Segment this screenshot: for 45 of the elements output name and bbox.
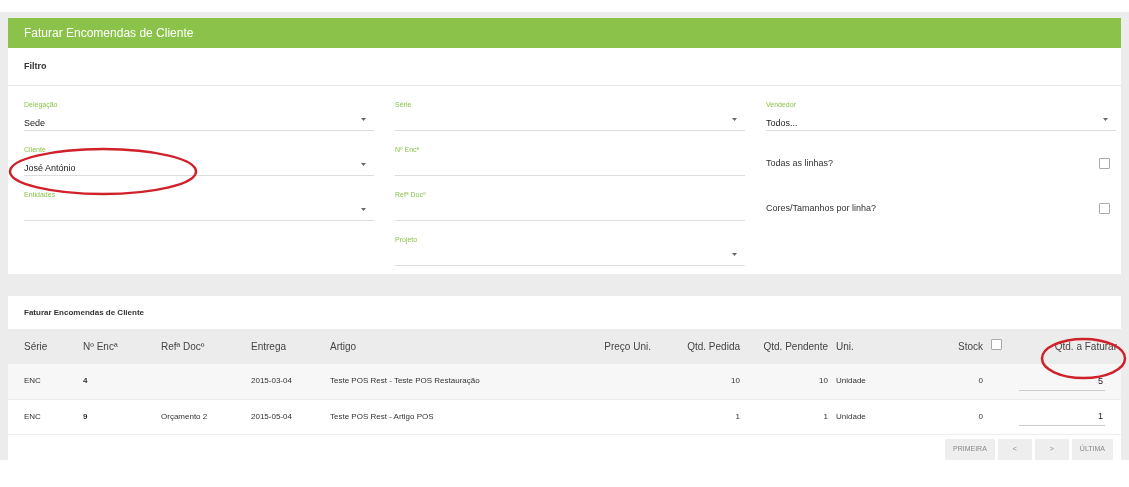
filter-title: Filtro (8, 48, 1121, 86)
field-value: Todos... (766, 117, 798, 130)
table-cell: Teste POS Rest - Teste POS Restauração (330, 376, 480, 386)
column-header: Artigo (330, 341, 357, 352)
column-header: Qtd. Pendente (763, 341, 828, 352)
caret-icon (361, 163, 366, 166)
table-cell: ENC (24, 376, 41, 386)
table-cell: 0 (978, 411, 983, 421)
panel-title: Faturar Encomendas de Cliente (8, 18, 1121, 48)
caret-icon (732, 253, 737, 256)
checkbox-label: Cores/Tamanhos por linha? (766, 201, 877, 215)
table-cell: Teste POS Rest - Artigo POS (330, 411, 434, 421)
caret-icon (732, 118, 737, 121)
column-header: Stock (958, 341, 983, 352)
checkbox[interactable] (1099, 203, 1110, 214)
quantity-input[interactable]: 1 (1019, 407, 1105, 426)
caret-icon (1103, 118, 1108, 121)
table-cell: Unidade (836, 411, 866, 421)
select-all-checkbox[interactable] (991, 339, 1002, 350)
table-cell: 2015-05-04 (251, 411, 292, 421)
column-header: Refª Docº (161, 341, 205, 352)
caret-icon (361, 118, 366, 121)
table-cell: Unidade (836, 376, 866, 386)
column-header: Qtd. Pedida (687, 341, 740, 352)
table-cell: 1 (735, 411, 740, 421)
table-cell: 10 (731, 376, 740, 386)
table-cell: ENC (24, 411, 41, 421)
table-cell: Orçamento 2 (161, 411, 208, 421)
column-header: Uni. (836, 341, 854, 352)
field-value: Sede (24, 117, 46, 130)
table-cell: 2015-03-04 (251, 376, 292, 386)
checkbox[interactable] (1099, 158, 1110, 169)
table-cell: 4 (83, 376, 88, 386)
table-cell: 0 (978, 376, 983, 386)
table-cell: 1 (823, 411, 828, 421)
caret-icon (361, 208, 366, 211)
column-header: Entrega (251, 341, 287, 352)
column-header: Série (24, 341, 48, 352)
checkbox-label: Todas as linhas? (766, 156, 834, 170)
field-value: José António (24, 162, 76, 175)
column-header: Preço Uni. (604, 341, 651, 352)
table-cell: 9 (83, 411, 88, 421)
table-cell: 10 (819, 376, 828, 386)
column-header: Nº Encª (83, 341, 118, 352)
table-title: Faturar Encomendas de Cliente (23, 306, 146, 319)
